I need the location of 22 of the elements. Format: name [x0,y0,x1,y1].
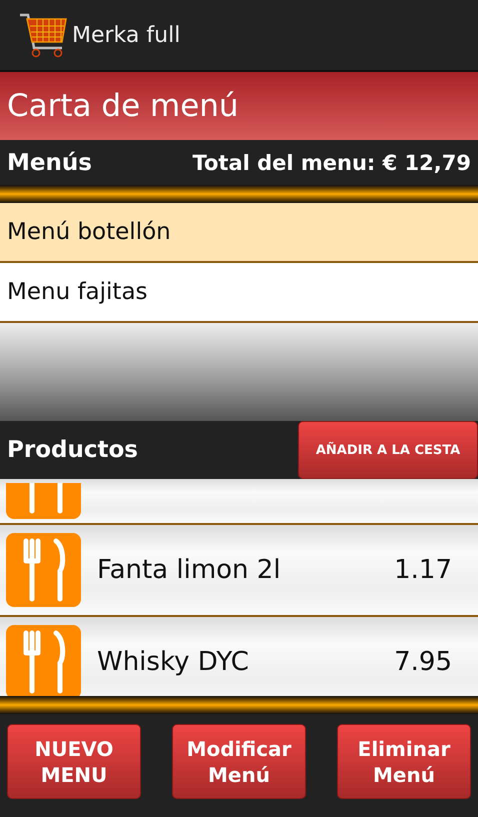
shopping-cart-icon [18,12,68,58]
product-price: 1.17 [394,555,452,585]
add-to-basket-button[interactable]: AÑADIR A LA CESTA [298,421,478,479]
section-heading: Menús [7,150,92,176]
fork-and-knife-icon [6,483,81,519]
screen-title: Carta de menú [7,88,239,124]
app-title: Merka full [72,22,180,48]
product-name: Fanta limon 2l [97,555,282,585]
menu-action-button[interactable]: Modificar Menú [172,724,306,799]
menu-total: Total del menu: € 12,79 [192,150,471,174]
menu-action-button[interactable]: NUEVO MENU [7,724,141,799]
fork-and-knife-icon [6,625,81,696]
menu-list-item[interactable]: Menú botellón [0,203,478,263]
menu-list-item[interactable]: Menu fajitas [0,263,478,323]
section-heading: Productos [7,437,138,463]
product-row[interactable] [0,479,478,525]
product-row[interactable]: Fanta limon 2l 1.17 [0,525,478,617]
product-name: Whisky DYC [97,647,250,677]
product-price: 7.95 [394,647,452,677]
fork-and-knife-icon [6,533,81,607]
menu-action-button[interactable]: Eliminar Menú [337,724,471,799]
product-row[interactable]: Whisky DYC 7.95 [0,617,478,696]
